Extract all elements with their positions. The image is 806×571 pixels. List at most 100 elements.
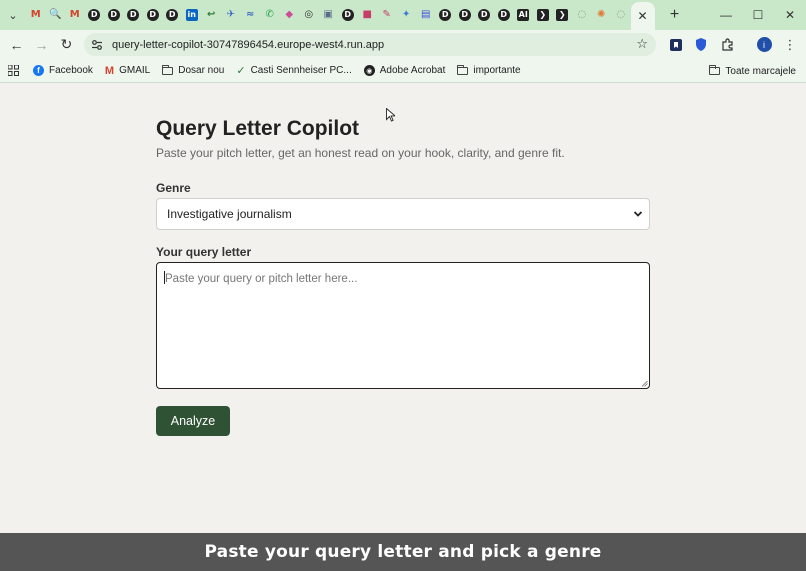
minimize-icon[interactable]: — (710, 0, 742, 30)
extension-bookmark-icon[interactable] (664, 30, 688, 59)
target-icon: ◎ (304, 9, 314, 20)
terminal-icon: ❯ (536, 9, 549, 21)
resize-handle-icon[interactable] (641, 380, 648, 387)
all-bookmarks-folder[interactable]: Toate marcajele (703, 59, 802, 83)
gmail-icon: M (30, 9, 41, 20)
apps-grid-icon[interactable] (0, 59, 27, 83)
browser-tab[interactable]: D (85, 0, 105, 30)
forward-arrow-icon[interactable]: → (29, 30, 54, 59)
browser-toolbar: ← → ↻ query-letter-copilot-30747896454.e… (0, 30, 806, 59)
image-icon: ▣ (323, 9, 333, 20)
genre-select[interactable]: Investigative journalism (156, 198, 650, 230)
d-app-icon: D (166, 9, 179, 21)
browser-tab[interactable]: D (104, 0, 124, 30)
check-icon: ✓ (236, 65, 246, 77)
browser-tab[interactable]: ✎ (377, 0, 397, 30)
browser-tab[interactable]: ◆ (280, 0, 300, 30)
browser-tab[interactable]: ✺ (592, 0, 612, 30)
menu-kebab-icon[interactable]: ⋮ (778, 30, 802, 59)
address-bar[interactable]: query-letter-copilot-30747896454.europe-… (84, 33, 656, 56)
site-info-icon[interactable] (86, 33, 108, 56)
colorful-app-icon: ◆ (285, 9, 294, 20)
close-tab-icon[interactable]: ✕ (637, 9, 647, 23)
browser-tab[interactable]: ▣ (319, 0, 339, 30)
browser-tab[interactable]: ▤ (416, 0, 436, 30)
browser-tab[interactable]: M (65, 0, 85, 30)
genre-label: Genre (156, 181, 191, 195)
bookmark-label: GMAIL (119, 65, 151, 76)
browser-tab[interactable]: D (455, 0, 475, 30)
bookmark-folder-importante[interactable]: importante (451, 59, 526, 83)
puzzle-pink-icon: ■ (362, 9, 372, 20)
page-subtitle: Paste your pitch letter, get an honest r… (156, 146, 565, 160)
new-tab-button[interactable]: + (663, 0, 687, 30)
analyze-button[interactable]: Analyze (156, 406, 230, 436)
extension-shield-icon[interactable] (689, 30, 713, 59)
gmail-icon: M (104, 64, 115, 77)
d-app-icon: D (341, 9, 354, 21)
browser-tab[interactable]: ◎ (299, 0, 319, 30)
browser-tab[interactable]: D (124, 0, 144, 30)
browser-tab[interactable]: M (26, 0, 46, 30)
plane-icon: ✈ (226, 9, 235, 20)
page-title: Query Letter Copilot (156, 117, 360, 140)
maximize-icon[interactable]: ☐ (742, 0, 774, 30)
profile-initial: i (756, 37, 772, 52)
bookmark-star-icon[interactable]: ☆ (636, 36, 648, 52)
profile-avatar[interactable]: i (752, 30, 776, 59)
facebook-icon: f (33, 65, 44, 76)
gray-circle-icon: ◌ (577, 9, 587, 20)
browser-tab[interactable]: D (163, 0, 183, 30)
d-app-icon: D (478, 9, 491, 21)
browser-tab[interactable]: ❯ (553, 0, 573, 30)
d-app-icon: D (88, 9, 101, 21)
browser-tab[interactable]: D (338, 0, 358, 30)
folder-icon (161, 64, 174, 75)
url-text[interactable]: query-letter-copilot-30747896454.europe-… (112, 39, 384, 51)
browser-tab[interactable]: ≈ (241, 0, 261, 30)
chat-blue-icon: ▤ (421, 9, 431, 20)
bookmark-gmail[interactable]: M GMAIL (99, 59, 156, 83)
browser-tab[interactable]: ◌ (611, 0, 631, 30)
d-app-icon: D (107, 9, 120, 21)
bookmark-folder-dosar-nou[interactable]: Dosar nou (156, 59, 230, 83)
ai-icon: AI (517, 9, 530, 21)
query-letter-textarea[interactable]: Paste your query or pitch letter here... (156, 262, 650, 389)
reload-icon[interactable]: ↻ (54, 30, 79, 59)
browser-tab[interactable]: ↩ (202, 0, 222, 30)
active-tab[interactable]: ✕ (630, 2, 655, 30)
sun-orange-icon: ✺ (597, 9, 606, 20)
bookmark-adobe-acrobat[interactable]: ◉ Adobe Acrobat (358, 59, 452, 83)
d-app-icon: D (439, 9, 452, 21)
browser-tab[interactable]: in (182, 0, 202, 30)
browser-tab[interactable]: ✆ (260, 0, 280, 30)
browser-tab[interactable]: ✈ (221, 0, 241, 30)
browser-tab[interactable]: D (475, 0, 495, 30)
bookmark-facebook[interactable]: f Facebook (27, 59, 99, 83)
browser-tab[interactable]: AI (514, 0, 534, 30)
browser-tab[interactable]: ✦ (397, 0, 417, 30)
all-bookmarks-label: Toate marcajele (725, 65, 796, 77)
browser-tab[interactable]: D (436, 0, 456, 30)
caption-banner: Paste your query letter and pick a genre (0, 533, 806, 571)
d-app-icon: D (127, 9, 140, 21)
terminal-icon: ❯ (556, 9, 569, 21)
browser-tab[interactable]: ■ (358, 0, 378, 30)
linkedin-icon: in (185, 9, 198, 21)
search-orange-icon: 🔍 (49, 9, 62, 20)
bookmark-casti-sennheiser[interactable]: ✓ Casti Sennheiser PC... (230, 59, 357, 83)
folder-icon (709, 65, 721, 75)
folder-icon (457, 64, 469, 75)
browser-tab[interactable]: ❯ (533, 0, 553, 30)
tab-list: M 🔍 M D D D D Din ↩ ✈ ≈ ✆ ◆ ◎ ▣ D ■ ✎ ✦ ▤ D D D D AI ❯ ❯ ◌ ✺ ◌ (26, 0, 631, 30)
gray-circle-icon: ◌ (616, 9, 626, 20)
d-app-icon: D (458, 9, 471, 21)
extensions-puzzle-icon[interactable] (715, 30, 739, 59)
browser-tab[interactable]: D (494, 0, 514, 30)
browser-tab[interactable]: ◌ (572, 0, 592, 30)
browser-tab[interactable]: 🔍 (46, 0, 66, 30)
close-window-icon[interactable]: ✕ (774, 0, 806, 30)
back-arrow-icon[interactable]: ← (4, 30, 29, 59)
browser-tab[interactable]: D (143, 0, 163, 30)
tab-search-chevron-icon[interactable]: ⌄ (0, 0, 26, 30)
